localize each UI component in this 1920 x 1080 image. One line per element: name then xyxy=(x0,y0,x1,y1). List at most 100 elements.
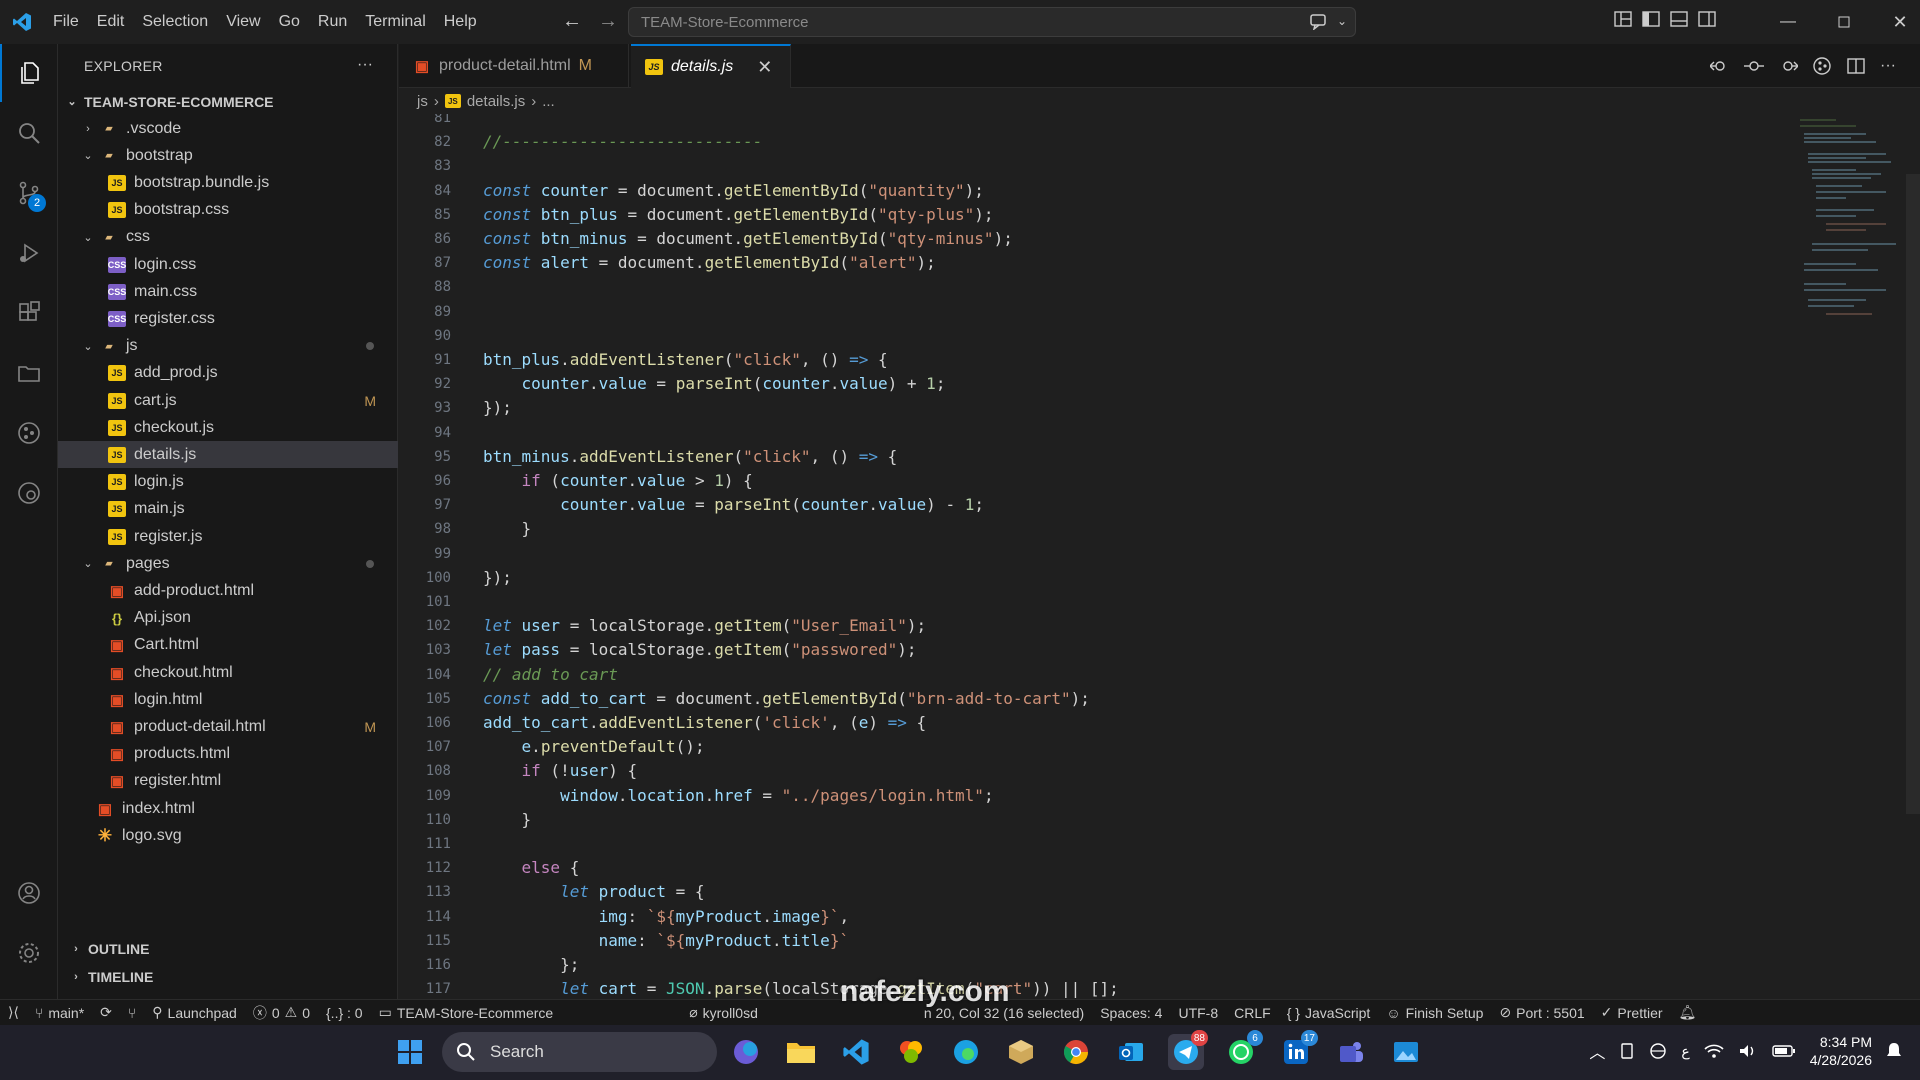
file-tree-item[interactable]: JS checkout.js xyxy=(58,414,398,441)
encoding-status[interactable]: UTF-8 xyxy=(1170,1000,1226,1026)
chrome-browser-icon[interactable] xyxy=(1058,1034,1094,1070)
breadcrumb-folder[interactable]: js xyxy=(417,93,428,110)
toggle-secondary-sidebar-icon[interactable] xyxy=(1698,10,1716,28)
open-changes-icon[interactable] xyxy=(1710,56,1730,76)
code-line[interactable]: }); xyxy=(483,566,512,590)
explorer-icon[interactable] xyxy=(0,44,58,102)
code-line[interactable]: } xyxy=(483,517,532,541)
code-line[interactable]: if (!user) { xyxy=(483,759,638,783)
language-status[interactable]: { } JavaScript xyxy=(1279,1000,1379,1026)
close-window-icon[interactable]: ✕ xyxy=(1872,0,1920,44)
settings-gear-icon[interactable] xyxy=(0,924,58,982)
file-tree-item[interactable]: JS login.js xyxy=(58,469,398,496)
code-line[interactable]: counter.value = parseInt(counter.value) … xyxy=(483,372,946,396)
code-line[interactable]: const btn_minus = document.getElementByI… xyxy=(483,227,1013,251)
keyboard-language[interactable]: ع xyxy=(1681,1043,1689,1060)
notification-center-icon[interactable] xyxy=(1886,1042,1902,1060)
more-editor-actions-icon[interactable]: ··· xyxy=(1880,56,1896,76)
customize-layout-icon[interactable] xyxy=(1614,10,1632,28)
teams-icon[interactable] xyxy=(1333,1034,1369,1070)
back-arrow-icon[interactable]: ← xyxy=(562,10,582,33)
code-line[interactable]: counter.value = parseInt(counter.value) … xyxy=(483,493,984,517)
timeline-section[interactable]: › TIMELINE xyxy=(58,963,398,991)
split-editor-icon[interactable] xyxy=(1846,56,1866,76)
code-line[interactable]: let user = localStorage.getItem("User_Em… xyxy=(483,614,926,638)
menu-go[interactable]: Go xyxy=(270,0,309,44)
file-tree-item[interactable]: JS bootstrap.bundle.js xyxy=(58,169,398,196)
file-tree-item[interactable]: CSS login.css xyxy=(58,251,398,278)
menu-view[interactable]: View xyxy=(217,0,269,44)
remote-indicator[interactable]: ⟩⟨ xyxy=(0,1000,27,1026)
gitlens-icon[interactable] xyxy=(0,404,58,462)
code-line[interactable]: const add_to_cart = document.getElementB… xyxy=(483,687,1090,711)
code-line[interactable]: else { xyxy=(483,856,580,880)
accounts-icon[interactable] xyxy=(0,864,58,922)
gitlens-graph-icon[interactable] xyxy=(1812,56,1832,76)
code-line[interactable]: const alert = document.getElementById("a… xyxy=(483,251,936,275)
file-tree-item[interactable]: JS register.js xyxy=(58,523,398,550)
braces-status[interactable]: {..} : 0 xyxy=(318,1000,371,1026)
toggle-primary-sidebar-icon[interactable] xyxy=(1642,10,1660,28)
colorful-app-icon[interactable] xyxy=(893,1034,929,1070)
extensions-icon[interactable] xyxy=(0,284,58,342)
code-line[interactable]: btn_minus.addEventListener("click", () =… xyxy=(483,445,897,469)
tab-details-js[interactable]: JS details.js ✕ xyxy=(631,44,791,88)
code-line[interactable]: e.preventDefault(); xyxy=(483,735,705,759)
forward-arrow-icon[interactable]: → xyxy=(598,10,618,33)
code-line[interactable]: } xyxy=(483,808,532,832)
file-tree-item[interactable]: ▣ Cart.html xyxy=(58,632,398,659)
code-line[interactable]: let cart = JSON.parse(localStorage.getIt… xyxy=(483,977,1119,999)
photos-app-icon[interactable] xyxy=(1388,1034,1424,1070)
file-tree-item[interactable]: ▣ index.html xyxy=(58,795,398,822)
remote-explorer-icon[interactable] xyxy=(0,464,58,522)
telegram-icon[interactable]: 88 xyxy=(1168,1030,1208,1070)
close-tab-icon[interactable]: ✕ xyxy=(757,57,772,78)
file-tree-item[interactable]: JS add_prod.js xyxy=(58,360,398,387)
outlook-icon[interactable] xyxy=(1113,1034,1149,1070)
clock[interactable]: 8:34 PM 4/28/2026 xyxy=(1810,1033,1872,1069)
indentation-status[interactable]: Spaces: 4 xyxy=(1092,1000,1170,1026)
finish-setup-status[interactable]: ☺ Finish Setup xyxy=(1378,1000,1491,1026)
taskbar-search[interactable]: Search xyxy=(442,1032,717,1072)
branch-status[interactable]: ⑂ main* xyxy=(27,1000,92,1026)
maximize-icon[interactable] xyxy=(1816,0,1872,44)
tablet-icon[interactable] xyxy=(1619,1043,1635,1059)
launchpad-status[interactable]: ⚲ Launchpad xyxy=(144,1000,245,1026)
code-line[interactable]: const counter = document.getElementById(… xyxy=(483,179,984,203)
code-editor[interactable]: 81 82 83 84 85 86 87 88 89 90 91 92 93 94 95 96 97 98 99 10… xyxy=(399,114,1920,999)
chevron-down-icon[interactable]: ⌄ xyxy=(1337,12,1347,30)
code-line[interactable]: }); xyxy=(483,396,512,420)
file-tree-item[interactable]: ▣ login.html xyxy=(58,686,398,713)
git-commit-icon[interactable] xyxy=(1744,56,1765,76)
edge-browser-icon[interactable] xyxy=(948,1034,984,1070)
command-center[interactable]: TEAM-Store-Ecommerce ⌄ xyxy=(628,7,1356,37)
linkedin-icon[interactable]: 17 xyxy=(1278,1030,1318,1070)
code-line[interactable]: add_to_cart.addEventListener('click', (e… xyxy=(483,711,926,735)
vpn-globe-icon[interactable] xyxy=(1649,1042,1667,1060)
menu-terminal[interactable]: Terminal xyxy=(356,0,434,44)
battery-icon[interactable] xyxy=(1772,1044,1796,1058)
file-tree-item[interactable]: ▣ register.html xyxy=(58,768,398,795)
problems-status[interactable]: ⓧ 0 ⚠ 0 xyxy=(245,1000,318,1026)
code-line[interactable]: const btn_plus = document.getElementById… xyxy=(483,203,994,227)
volume-icon[interactable] xyxy=(1738,1043,1758,1059)
prettier-status[interactable]: ✓ Prettier xyxy=(1593,1000,1671,1026)
eol-status[interactable]: CRLF xyxy=(1226,1000,1279,1026)
blame-status[interactable]: ⌀ kyroll0sd xyxy=(681,1000,766,1026)
code-line[interactable]: btn_plus.addEventListener("click", () =>… xyxy=(483,348,888,372)
file-tree-item[interactable]: ✳ logo.svg xyxy=(58,822,398,849)
file-tree-item[interactable]: JS cart.js M xyxy=(58,387,398,414)
more-actions-icon[interactable]: ··· xyxy=(357,56,373,74)
toggle-panel-icon[interactable] xyxy=(1670,10,1688,28)
code-line[interactable]: name: `${myProduct.title}` xyxy=(483,929,849,953)
menu-selection[interactable]: Selection xyxy=(133,0,217,44)
code-line[interactable]: window.location.href = "../pages/login.h… xyxy=(483,784,994,808)
editor-scrollbar[interactable] xyxy=(1906,174,1920,814)
code-line[interactable]: // add to cart xyxy=(483,663,618,687)
minimize-icon[interactable]: — xyxy=(1760,0,1816,44)
file-tree-item[interactable]: CSS register.css xyxy=(58,305,398,332)
gitlens-status[interactable]: ⑂ xyxy=(120,1000,144,1026)
wifi-icon[interactable] xyxy=(1704,1043,1724,1059)
minimap[interactable] xyxy=(1796,114,1906,374)
outline-section[interactable]: › OUTLINE xyxy=(58,935,398,963)
